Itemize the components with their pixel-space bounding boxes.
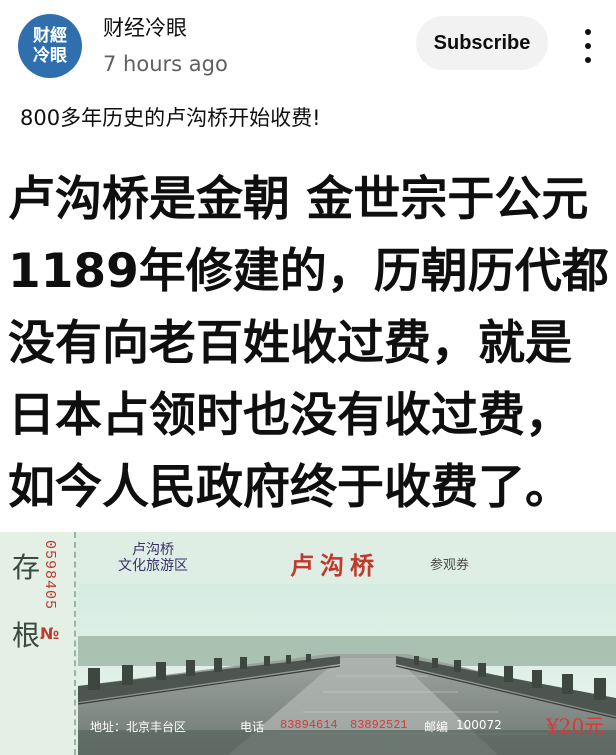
meme-line-2: 1189年修建的，历朝历代都 — [8, 244, 609, 299]
avatar-text-line2: 冷眼 — [33, 46, 67, 66]
area-line-1: 卢沟桥 — [132, 542, 174, 558]
ticket-address: 地址：北京丰台区 — [90, 720, 187, 734]
post-image-text[interactable]: 卢沟桥是金朝 金世宗于公元 1189年修建的，历朝历代都 没有向老百姓收过费，就… — [0, 160, 616, 532]
post-caption: 800多年历史的卢沟桥开始收费! — [20, 106, 321, 130]
ticket-kind: 参观券 — [430, 558, 470, 573]
ticket-serial: 0598405 — [41, 540, 58, 611]
avatar-text-line1: 财經 — [33, 26, 67, 46]
meme-line-1: 卢沟桥是金朝 金世宗于公元 — [8, 172, 589, 227]
serial-prefix: № — [40, 624, 60, 643]
subscribe-button[interactable]: Subscribe — [416, 16, 548, 70]
ticket-footer: 地址：北京丰台区 电话 83894614 83892521 邮编 100072 — [84, 714, 614, 738]
meme-line-3: 没有向老百姓收过费，就是 — [8, 316, 572, 371]
meme-line-4: 日本占领时也没有收过费， — [8, 388, 572, 443]
ticket-stub: 存 根 0598405 № — [0, 532, 76, 755]
channel-avatar[interactable]: 财經 冷眼 — [18, 14, 82, 78]
ticket-area-name: 卢沟桥 文化旅游区 — [118, 542, 188, 574]
ticket-image[interactable]: 存 根 0598405 № 卢沟桥 文化旅游区 卢沟桥 参观券 地址：北京丰台区… — [0, 532, 616, 755]
area-line-2: 文化旅游区 — [118, 558, 188, 574]
post-header: 财經 冷眼 财经冷眼 7 hours ago Subscribe — [0, 0, 616, 90]
ticket-phone-1: 83894614 — [280, 718, 338, 732]
ticket-phone-label: 电话 — [240, 720, 265, 734]
ticket-postcode: 100072 — [456, 718, 502, 732]
ticket-postcode-label: 邮编 — [424, 720, 449, 734]
stub-char-gen: 根 — [12, 619, 41, 652]
ticket-phone-2: 83892521 — [350, 718, 408, 732]
channel-name[interactable]: 财经冷眼 — [103, 12, 187, 42]
more-vert-icon[interactable] — [578, 26, 598, 66]
ticket-title: 卢沟桥 — [290, 551, 380, 580]
meme-line-5: 如今人民政府终于收费了。 — [8, 460, 572, 515]
ticket-price: ¥20元 — [546, 714, 605, 738]
post-timestamp: 7 hours ago — [103, 52, 228, 76]
